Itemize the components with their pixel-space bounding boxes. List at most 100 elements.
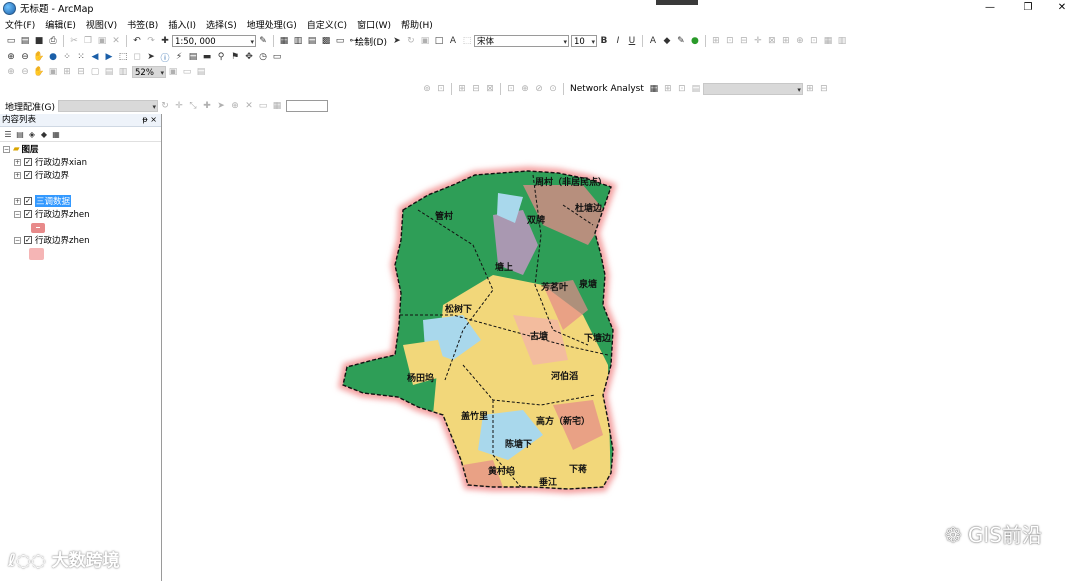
zoom-whole-page-icon[interactable]: ▢ (89, 66, 101, 78)
na-2-icon[interactable]: ⊡ (435, 83, 447, 95)
go-to-xy-icon[interactable]: ✥ (243, 51, 255, 63)
list-by-source-icon[interactable]: ▤ (15, 129, 25, 139)
menu-edit[interactable]: 编辑(E) (40, 18, 81, 31)
fill-color-icon[interactable]: ◆ (661, 35, 673, 47)
layout-forward-icon[interactable]: ▥ (117, 66, 129, 78)
forward-icon[interactable]: ▶ (103, 51, 115, 63)
layout-fixed-zoom-in-icon[interactable]: ⊞ (61, 66, 73, 78)
menu-windows[interactable]: 窗口(W) (352, 18, 396, 31)
toc-layer-boundary[interactable]: + ✓ 行政边界 (14, 169, 69, 181)
scale-combo[interactable]: 1:50, 000 ▾ (172, 35, 256, 47)
fixed-zoom-in-icon[interactable]: ⁘ (61, 51, 73, 63)
network-analyst-menu[interactable]: Network Analyst (567, 84, 647, 94)
measure-icon[interactable]: ▬ (201, 51, 213, 63)
find-icon[interactable]: ⚲ (215, 51, 227, 63)
select-element-icon[interactable]: ➤ (145, 51, 157, 63)
na-select-icon[interactable]: ⊡ (676, 83, 688, 95)
identify-icon[interactable]: ⓘ (159, 51, 171, 64)
marker-color-icon[interactable]: ● (689, 35, 701, 47)
expand-icon[interactable]: + (14, 171, 21, 179)
layout-pan-icon[interactable]: ✋ (33, 66, 45, 78)
text-icon[interactable]: A (447, 35, 459, 47)
layer-visibility-checkbox[interactable]: ✓ (24, 197, 32, 205)
map-view[interactable]: 周村（非居民点） 管村 双牌 杜塘边 塘上 芳茗叶 泉塘 松树下 古塘 下塘边 … (163, 115, 1080, 581)
layout-icon[interactable]: ▥ (836, 35, 848, 47)
link-table-icon[interactable]: ▦ (271, 100, 283, 112)
menu-bookmarks[interactable]: 书签(B) (122, 18, 163, 31)
select-link-icon[interactable]: ➤ (215, 100, 227, 112)
collapse-icon[interactable]: − (14, 236, 21, 244)
line-color-icon[interactable]: ✎ (675, 35, 687, 47)
table-graphics-icon[interactable]: ▦ (822, 35, 834, 47)
toc-layer-zhen-2[interactable]: − ✓ 行政边界zhen (14, 234, 89, 246)
zoom-in-icon[interactable]: ⊕ (5, 51, 17, 63)
font-combo[interactable]: 宋体 ▾ (473, 35, 569, 47)
toc-layer-xian[interactable]: + ✓ 行政边界xian (14, 156, 87, 168)
delete-link-icon[interactable]: ✕ (243, 100, 255, 112)
zoom-to-link-icon[interactable]: ⊕ (229, 100, 241, 112)
na-9-icon[interactable]: ⊙ (547, 83, 559, 95)
zoom-out-icon[interactable]: ⊖ (19, 51, 31, 63)
order-icon[interactable]: ⊞ (780, 35, 792, 47)
time-slider-icon[interactable]: ◷ (257, 51, 269, 63)
find-route-icon[interactable]: ⚑ (229, 51, 241, 63)
na-3-icon[interactable]: ⊞ (456, 83, 468, 95)
viewer-link-icon[interactable]: ▭ (257, 100, 269, 112)
paste-icon[interactable]: ▣ (96, 35, 108, 47)
font-color-icon[interactable]: A (647, 35, 659, 47)
georeferencing-menu[interactable]: 地理配准(G) (2, 100, 58, 113)
zoom-whole-page-icon[interactable]: ▣ (419, 35, 431, 47)
graphics-icon[interactable]: ⊡ (808, 35, 820, 47)
layer-visibility-checkbox[interactable]: ✓ (24, 171, 32, 179)
layer-visibility-checkbox[interactable]: ✓ (24, 236, 32, 244)
pan-icon[interactable]: ✋ (33, 51, 45, 63)
arctoolbox-icon[interactable]: ▩ (320, 35, 332, 47)
map-canvas[interactable]: 周村（非居民点） 管村 双牌 杜塘边 塘上 芳茗叶 泉塘 松树下 古塘 下塘边 … (163, 115, 1080, 581)
menu-selection[interactable]: 选择(S) (201, 18, 242, 31)
na-1-icon[interactable]: ⊚ (421, 83, 433, 95)
collapse-icon[interactable]: − (14, 210, 21, 218)
viewer-icon[interactable]: ▭ (271, 51, 283, 63)
na-window-icon[interactable]: ▦ (648, 83, 660, 95)
python-icon[interactable]: ▭ (334, 35, 346, 47)
menu-view[interactable]: 视图(V) (81, 18, 122, 31)
print-icon[interactable]: ⎙ (47, 35, 59, 47)
menu-file[interactable]: 文件(F) (0, 18, 40, 31)
hyperlink-icon[interactable]: ⚡ (173, 51, 185, 63)
na-new-route-icon[interactable]: ⊞ (662, 83, 674, 95)
zoom-100-icon[interactable]: ▣ (47, 66, 59, 78)
full-extent-icon[interactable]: ● (47, 51, 59, 63)
font-size-combo[interactable]: 10 ▾ (570, 35, 597, 47)
na-7-icon[interactable]: ⊕ (519, 83, 531, 95)
layout-zoom-in-icon[interactable]: ⊕ (5, 66, 17, 78)
layer-visibility-checkbox[interactable]: ✓ (24, 210, 32, 218)
network-dataset-combo[interactable]: ▾ (702, 83, 803, 95)
layer-visibility-checkbox[interactable]: ✓ (24, 158, 32, 166)
rotate-icon[interactable]: ↻ (405, 35, 417, 47)
add-data-icon[interactable]: ✚ (159, 35, 171, 47)
toc-layer-survey-data[interactable]: + ✓ 三调数据 (14, 195, 72, 207)
bold-icon[interactable]: B (598, 35, 610, 47)
menu-insert[interactable]: 插入(I) (163, 18, 201, 31)
toc-pin-close[interactable]: ᵽ × (142, 114, 157, 126)
html-popup-icon[interactable]: ▤ (187, 51, 199, 63)
edit-vertices-icon[interactable]: ⬚ (461, 35, 473, 47)
back-icon[interactable]: ◀ (89, 51, 101, 63)
rectangle-icon[interactable]: □ (433, 35, 445, 47)
layout-zoom-out-icon[interactable]: ⊖ (19, 66, 31, 78)
select-features-icon[interactable]: ⬚ (117, 51, 129, 63)
georef-layer-combo[interactable]: ▾ (58, 100, 158, 112)
layer-symbol-swatch[interactable] (29, 248, 44, 260)
table-icon[interactable]: ▦ (278, 35, 290, 47)
collapse-icon[interactable]: − (3, 145, 10, 153)
toc-options-icon[interactable]: ▦ (51, 129, 61, 139)
editor-icon[interactable]: ✎ (257, 35, 269, 47)
rotate-tool-icon[interactable]: ↻ (159, 100, 171, 112)
na-5-icon[interactable]: ⊠ (484, 83, 496, 95)
layout-back-icon[interactable]: ▤ (103, 66, 115, 78)
na-4-icon[interactable]: ⊟ (470, 83, 482, 95)
na-8-icon[interactable]: ⊘ (533, 83, 545, 95)
flip-icon[interactable]: ⊟ (738, 35, 750, 47)
minimize-button[interactable]: — (972, 0, 1008, 16)
select-elements-icon[interactable]: ➤ (391, 35, 403, 47)
